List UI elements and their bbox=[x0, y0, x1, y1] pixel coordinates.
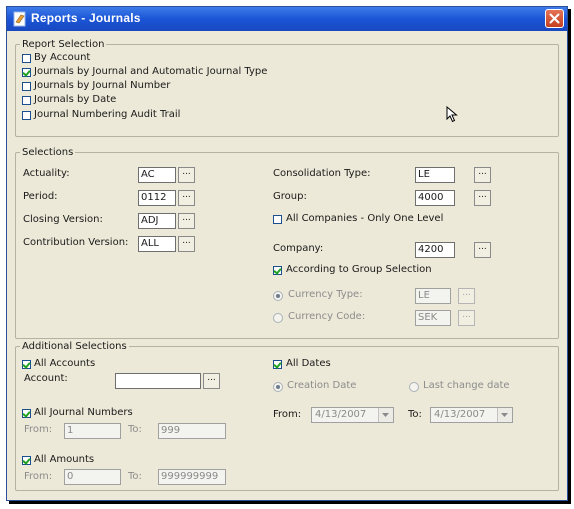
selections-legend: Selections bbox=[22, 147, 74, 158]
all-amounts-label: All Amounts bbox=[34, 454, 95, 465]
by-date-checkbox[interactable] bbox=[22, 96, 31, 105]
closing-version-field[interactable]: ADJ bbox=[138, 213, 176, 229]
all-journal-numbers-checkbox[interactable] bbox=[22, 409, 31, 418]
window-title: Reports - Journals bbox=[31, 11, 141, 25]
according-group-label: According to Group Selection bbox=[286, 264, 432, 275]
title-bar[interactable]: Reports - Journals bbox=[7, 7, 567, 31]
consolidation-type-label: Consolidation Type: bbox=[273, 168, 371, 179]
date-to-picker[interactable]: 4/13/2007 bbox=[430, 407, 513, 423]
contribution-version-browse-button[interactable]: ... bbox=[178, 236, 195, 252]
period-label: Period: bbox=[23, 191, 58, 202]
by-account-label: By Account bbox=[34, 52, 91, 63]
currency-code-radio[interactable] bbox=[273, 313, 283, 323]
by-account-checkbox[interactable] bbox=[22, 54, 31, 63]
closing-version-label: Closing Version: bbox=[23, 214, 103, 225]
date-to-dropdown-button[interactable] bbox=[497, 408, 512, 422]
date-to-value: 4/13/2007 bbox=[434, 409, 486, 420]
chevron-down-icon bbox=[382, 413, 389, 417]
amount-to-field[interactable]: 999999999 bbox=[158, 469, 226, 485]
journal-from-label: From: bbox=[24, 424, 53, 435]
date-from-label: From: bbox=[273, 409, 302, 420]
according-group-checkbox[interactable] bbox=[273, 266, 282, 275]
actuality-browse-button[interactable]: ... bbox=[178, 167, 195, 183]
consolidation-type-browse-button[interactable]: ... bbox=[474, 167, 491, 183]
account-browse-button[interactable]: ... bbox=[203, 373, 220, 389]
journal-type-label: Journals by Journal and Automatic Journa… bbox=[34, 66, 268, 77]
all-amounts-checkbox[interactable] bbox=[22, 456, 31, 465]
amount-from-field[interactable]: 0 bbox=[64, 469, 121, 485]
additional-selections-legend: Additional Selections bbox=[22, 341, 127, 352]
journal-number-label: Journals by Journal Number bbox=[34, 80, 171, 91]
all-dates-checkbox[interactable] bbox=[273, 360, 282, 369]
all-dates-label: All Dates bbox=[286, 358, 331, 369]
date-from-picker[interactable]: 4/13/2007 bbox=[311, 407, 394, 423]
group-label: Group: bbox=[273, 191, 307, 202]
actuality-label: Actuality: bbox=[23, 168, 70, 179]
company-field[interactable]: 4200 bbox=[415, 242, 455, 258]
by-date-label: Journals by Date bbox=[34, 94, 117, 105]
amount-from-label: From: bbox=[24, 471, 53, 482]
group-browse-button[interactable]: ... bbox=[474, 190, 491, 206]
group-field[interactable]: 4000 bbox=[415, 190, 455, 206]
all-accounts-label: All Accounts bbox=[34, 358, 96, 369]
date-from-dropdown-button[interactable] bbox=[378, 408, 393, 422]
journal-type-checkbox[interactable] bbox=[22, 68, 31, 77]
account-label: Account: bbox=[24, 373, 68, 384]
audit-trail-label: Journal Numbering Audit Trail bbox=[34, 109, 181, 120]
amount-to-label: To: bbox=[128, 471, 142, 482]
mouse-pointer-icon bbox=[446, 106, 458, 123]
account-field[interactable] bbox=[115, 373, 201, 389]
all-companies-label: All Companies - Only One Level bbox=[286, 213, 444, 224]
date-to-label: To: bbox=[408, 409, 422, 420]
audit-trail-checkbox[interactable] bbox=[22, 111, 31, 120]
company-label: Company: bbox=[273, 243, 324, 254]
close-button[interactable] bbox=[545, 9, 564, 28]
all-accounts-checkbox[interactable] bbox=[22, 360, 31, 369]
period-browse-button[interactable]: ... bbox=[178, 190, 195, 206]
currency-type-radio[interactable] bbox=[273, 291, 283, 301]
contribution-version-field[interactable]: ALL bbox=[138, 236, 176, 252]
close-icon bbox=[549, 13, 560, 24]
period-field[interactable]: 0112 bbox=[138, 190, 176, 206]
last-change-date-radio[interactable] bbox=[409, 382, 419, 392]
journal-from-field[interactable]: 1 bbox=[64, 423, 121, 439]
currency-type-field[interactable]: LE bbox=[415, 288, 451, 304]
date-from-value: 4/13/2007 bbox=[315, 409, 367, 420]
all-journal-numbers-label: All Journal Numbers bbox=[34, 407, 133, 418]
journal-to-field[interactable]: 999 bbox=[158, 423, 226, 439]
currency-type-browse-button[interactable]: ... bbox=[458, 288, 475, 304]
company-browse-button[interactable]: ... bbox=[474, 242, 491, 258]
consolidation-type-field[interactable]: LE bbox=[415, 167, 455, 183]
currency-code-browse-button[interactable]: ... bbox=[458, 310, 475, 326]
last-change-date-label: Last change date bbox=[423, 380, 510, 391]
closing-version-browse-button[interactable]: ... bbox=[178, 213, 195, 229]
contribution-version-label: Contribution Version: bbox=[23, 237, 129, 248]
chevron-down-icon bbox=[501, 413, 508, 417]
currency-code-field[interactable]: SEK bbox=[415, 310, 451, 326]
creation-date-radio[interactable] bbox=[273, 382, 283, 392]
report-selection-legend: Report Selection bbox=[22, 39, 105, 50]
currency-type-label: Currency Type: bbox=[288, 289, 363, 300]
all-companies-checkbox[interactable] bbox=[273, 215, 282, 224]
app-icon bbox=[13, 11, 26, 27]
actuality-field[interactable]: AC bbox=[138, 167, 176, 183]
currency-code-label: Currency Code: bbox=[288, 311, 366, 322]
reports-journals-window: Reports - Journals Report Selection By A… bbox=[6, 6, 568, 501]
journal-to-label: To: bbox=[128, 424, 142, 435]
journal-number-checkbox[interactable] bbox=[22, 82, 31, 91]
creation-date-label: Creation Date bbox=[287, 380, 357, 391]
